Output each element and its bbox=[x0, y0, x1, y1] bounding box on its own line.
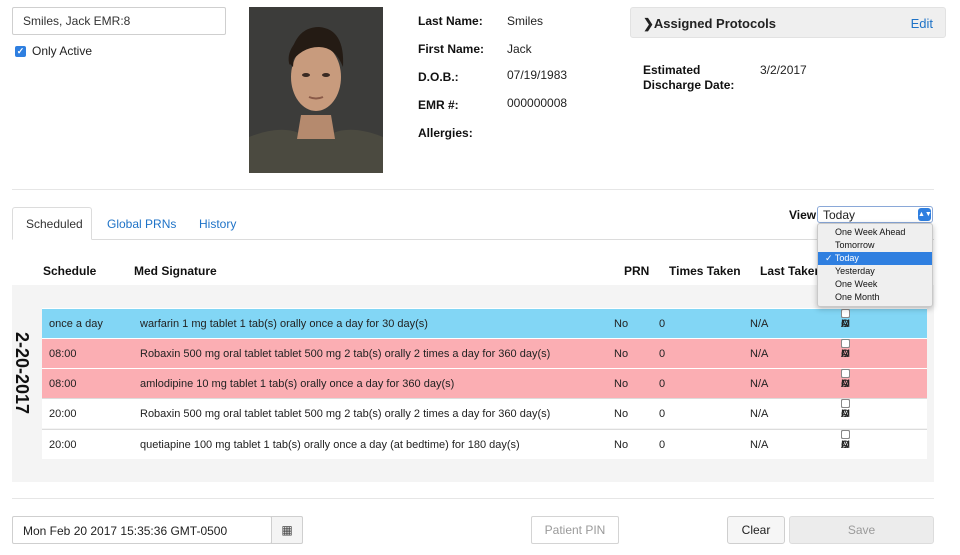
tabs-baseline bbox=[12, 239, 934, 240]
row-times-taken: 0 bbox=[659, 439, 666, 451]
footer-divider bbox=[12, 498, 934, 499]
calendar-button[interactable]: ▦ bbox=[271, 516, 303, 544]
row-times-taken: 0 bbox=[659, 318, 666, 330]
table-row[interactable]: 08:00 Robaxin 500 mg oral tablet tablet … bbox=[42, 338, 927, 368]
patient-search-input[interactable]: Smiles, Jack EMR:8 bbox=[12, 7, 226, 35]
row-prn: No bbox=[614, 439, 629, 451]
row-med-signature: Robaxin 500 mg oral tablet tablet 500 mg… bbox=[140, 408, 551, 420]
tab-scheduled[interactable]: Scheduled bbox=[12, 207, 92, 240]
table-row[interactable]: 20:00 Robaxin 500 mg oral tablet tablet … bbox=[42, 398, 927, 428]
m-checkbox[interactable] bbox=[841, 339, 850, 348]
table-row[interactable]: once a day warfarin 1 mg tablet 1 tab(s)… bbox=[42, 308, 927, 338]
first-name-label: First Name: bbox=[418, 42, 485, 56]
last-name-value: Smiles bbox=[507, 14, 544, 28]
row-last-taken: N/A bbox=[750, 318, 769, 330]
row-times-taken: 0 bbox=[659, 378, 666, 390]
first-name-value: Jack bbox=[507, 42, 532, 56]
chevron-right-icon: ❯ bbox=[643, 16, 654, 31]
emr-value: 000000008 bbox=[507, 96, 568, 110]
col-header-last-taken: Last Taken bbox=[760, 264, 822, 278]
only-active-toggle[interactable]: ✓ Only Active bbox=[15, 44, 92, 58]
dob-label: D.O.B.: bbox=[418, 70, 459, 84]
col-header-med-signature: Med Signature bbox=[134, 264, 217, 278]
tab-global-prns[interactable]: Global PRNs bbox=[107, 217, 176, 231]
row-med-signature: warfarin 1 mg tablet 1 tab(s) orally onc… bbox=[140, 318, 428, 330]
checkmark-icon: ✓ bbox=[825, 253, 835, 263]
row-schedule: 08:00 bbox=[49, 348, 77, 360]
row-med-signature: amlodipine 10 mg tablet 1 tab(s) orally … bbox=[140, 378, 455, 390]
schedule-date: 2-20-2017 bbox=[12, 332, 32, 415]
discharge-label-line1: Estimated bbox=[643, 63, 701, 77]
row-times-taken: 0 bbox=[659, 408, 666, 420]
row-times-taken: 0 bbox=[659, 348, 666, 360]
only-active-checkbox[interactable]: ✓ bbox=[15, 45, 26, 57]
row-schedule: once a day bbox=[49, 318, 103, 330]
only-active-label: Only Active bbox=[32, 44, 93, 58]
select-arrows-icon: ▲▼ bbox=[918, 208, 932, 221]
last-name-label: Last Name: bbox=[418, 14, 483, 28]
view-option-one-week[interactable]: One Week bbox=[818, 278, 932, 291]
row-prn: No bbox=[614, 318, 629, 330]
view-option-one-week-ahead[interactable]: One Week Ahead bbox=[818, 226, 932, 239]
view-option-tomorrow[interactable]: Tomorrow bbox=[818, 239, 932, 252]
view-option-today[interactable]: ✓ Today bbox=[818, 252, 932, 265]
m-checkbox[interactable] bbox=[841, 430, 850, 439]
row-schedule: 20:00 bbox=[49, 408, 77, 420]
row-med-signature: Robaxin 500 mg oral tablet tablet 500 mg… bbox=[140, 348, 551, 360]
m-checkbox[interactable] bbox=[841, 309, 850, 318]
assigned-protocols-panel[interactable]: ❯Assigned Protocols Edit bbox=[630, 7, 946, 38]
table-row[interactable]: 08:00 amlodipine 10 mg tablet 1 tab(s) o… bbox=[42, 368, 927, 398]
m-checkbox[interactable] bbox=[841, 399, 850, 408]
view-dropdown-menu[interactable]: One Week Ahead Tomorrow ✓ Today Yesterda… bbox=[817, 223, 933, 307]
datetime-input[interactable]: Mon Feb 20 2017 15:35:36 GMT-0500 bbox=[12, 516, 272, 544]
table-row[interactable]: 20:00 quetiapine 100 mg tablet 1 tab(s) … bbox=[42, 429, 927, 459]
assigned-protocols-title[interactable]: ❯Assigned Protocols bbox=[643, 16, 776, 32]
view-option-one-month[interactable]: One Month bbox=[818, 291, 932, 304]
row-last-taken: N/A bbox=[750, 439, 769, 451]
header-divider bbox=[12, 189, 934, 190]
discharge-label-line2: Discharge Date: bbox=[643, 78, 735, 92]
row-med-signature: quetiapine 100 mg tablet 1 tab(s) orally… bbox=[140, 439, 520, 451]
patient-pin-input[interactable]: Patient PIN bbox=[531, 516, 619, 544]
patient-photo bbox=[249, 7, 383, 173]
row-schedule: 20:00 bbox=[49, 439, 77, 451]
discharge-date-value: 3/2/2017 bbox=[760, 63, 807, 77]
emr-label: EMR #: bbox=[418, 98, 459, 112]
clear-button[interactable]: Clear bbox=[727, 516, 785, 544]
col-header-prn: PRN bbox=[624, 264, 650, 278]
row-last-taken: N/A bbox=[750, 408, 769, 420]
view-select[interactable]: Today ▲▼ bbox=[817, 206, 933, 223]
save-button[interactable]: Save bbox=[789, 516, 934, 544]
row-schedule: 08:00 bbox=[49, 378, 77, 390]
row-prn: No bbox=[614, 348, 629, 360]
view-label: View bbox=[789, 208, 817, 222]
row-prn: No bbox=[614, 408, 629, 420]
col-header-times-taken: Times Taken bbox=[669, 264, 741, 278]
dob-value: 07/19/1983 bbox=[507, 68, 568, 82]
col-header-schedule: Schedule bbox=[43, 264, 97, 278]
edit-protocols-link[interactable]: Edit bbox=[911, 16, 933, 31]
row-last-taken: N/A bbox=[750, 378, 769, 390]
tab-history[interactable]: History bbox=[199, 217, 236, 231]
row-last-taken: N/A bbox=[750, 348, 769, 360]
allergies-label: Allergies: bbox=[418, 126, 473, 140]
view-option-yesterday[interactable]: Yesterday bbox=[818, 265, 932, 278]
row-prn: No bbox=[614, 378, 629, 390]
calendar-icon: ▦ bbox=[281, 523, 293, 537]
view-select-value: Today bbox=[823, 208, 856, 222]
m-checkbox[interactable] bbox=[841, 369, 850, 378]
